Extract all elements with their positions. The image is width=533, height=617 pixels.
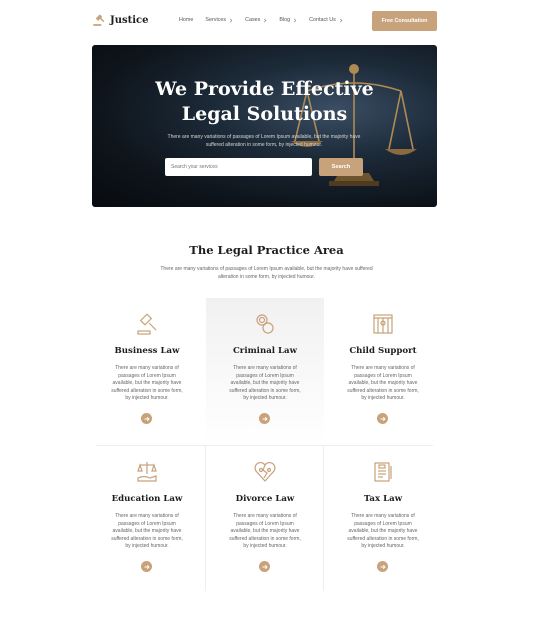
card-title: Divorce Law — [235, 494, 295, 504]
nav-cases-label: Cases — [245, 17, 261, 23]
nav-services-label: Services — [205, 17, 227, 23]
gavel-icon — [137, 313, 157, 335]
search-button[interactable]: Search — [319, 158, 363, 176]
free-consultation-button[interactable]: Free Consultation — [372, 11, 437, 31]
card-title: Tax Law — [363, 494, 403, 504]
nav-blog[interactable]: Blog — [279, 17, 297, 23]
arrow-right-icon — [380, 564, 386, 569]
card-title: Business Law — [114, 346, 180, 356]
nav-contact[interactable]: Contact Us — [309, 17, 343, 23]
practice-grid: Business Law There are many variations o… — [88, 298, 441, 591]
hero-subtitle: There are many variations of passages of… — [167, 134, 361, 148]
nav-cases[interactable]: Cases — [245, 17, 267, 23]
section-title: The Legal Practice Area — [189, 243, 344, 257]
card-title: Criminal Law — [232, 346, 298, 356]
nav-contact-label: Contact Us — [309, 17, 336, 23]
chevron-right-icon — [230, 18, 233, 22]
card-text: There are many variations of passages of… — [111, 513, 183, 550]
hero-title: We Provide Effective Legal Solutions — [92, 77, 437, 127]
nav-home[interactable]: Home — [179, 17, 193, 23]
scales-hand-icon — [137, 462, 157, 482]
card-text: There are many variations of passages of… — [229, 365, 301, 402]
read-more-button[interactable] — [377, 413, 388, 424]
nav-blog-label: Blog — [279, 17, 291, 23]
logo[interactable]: Justice — [92, 13, 149, 27]
card-text: There are many variations of passages of… — [347, 365, 419, 402]
section-subtitle: There are many variations of passages of… — [160, 266, 373, 280]
chevron-right-icon — [264, 18, 267, 22]
practice-card-business-law[interactable]: Business Law There are many variations o… — [88, 298, 206, 445]
chevron-right-icon — [294, 18, 297, 22]
card-text: There are many variations of passages of… — [111, 365, 183, 402]
brand-name: Justice — [110, 14, 149, 26]
read-more-button[interactable] — [141, 561, 152, 572]
practice-card-education-law[interactable]: Education Law There are many variations … — [88, 446, 206, 593]
hero-title-line1: We Provide Effective — [155, 78, 374, 100]
hero-title-line2: Legal Solutions — [181, 103, 348, 125]
card-title: Education Law — [111, 494, 183, 504]
practice-card-child-support[interactable]: Child Support There are many variations … — [324, 298, 442, 445]
broken-heart-icon — [254, 462, 276, 482]
hero-banner: We Provide Effective Legal Solutions The… — [92, 45, 437, 207]
main-nav: Home Services Cases Blog Contact Us — [179, 17, 343, 23]
practice-card-tax-law[interactable]: Tax Law There are many variations of pas… — [324, 446, 442, 593]
gavel-logo-icon — [93, 14, 105, 26]
site-header: Justice Home Services Cases Blog Contact… — [92, 10, 437, 34]
arrow-right-icon — [262, 564, 268, 569]
read-more-button[interactable] — [377, 561, 388, 572]
practice-card-criminal-law[interactable]: Criminal Law There are many variations o… — [206, 298, 324, 445]
arrow-right-icon — [144, 564, 150, 569]
arrow-right-icon — [380, 416, 386, 421]
read-more-button[interactable] — [259, 413, 270, 424]
arrow-right-icon — [262, 416, 268, 421]
nav-services[interactable]: Services — [205, 17, 233, 23]
card-text: There are many variations of passages of… — [347, 513, 419, 550]
search-input[interactable] — [165, 158, 312, 176]
tax-document-icon — [374, 462, 392, 482]
card-text: There are many variations of passages of… — [229, 513, 301, 550]
nav-home-label: Home — [179, 17, 194, 23]
card-title: Child Support — [349, 346, 417, 356]
read-more-button[interactable] — [141, 413, 152, 424]
chevron-right-icon — [339, 18, 343, 22]
read-more-button[interactable] — [259, 561, 270, 572]
handcuffs-icon — [256, 314, 274, 334]
jail-icon — [373, 314, 393, 334]
practice-card-divorce-law[interactable]: Divorce Law There are many variations of… — [206, 446, 324, 593]
arrow-right-icon — [144, 416, 150, 421]
